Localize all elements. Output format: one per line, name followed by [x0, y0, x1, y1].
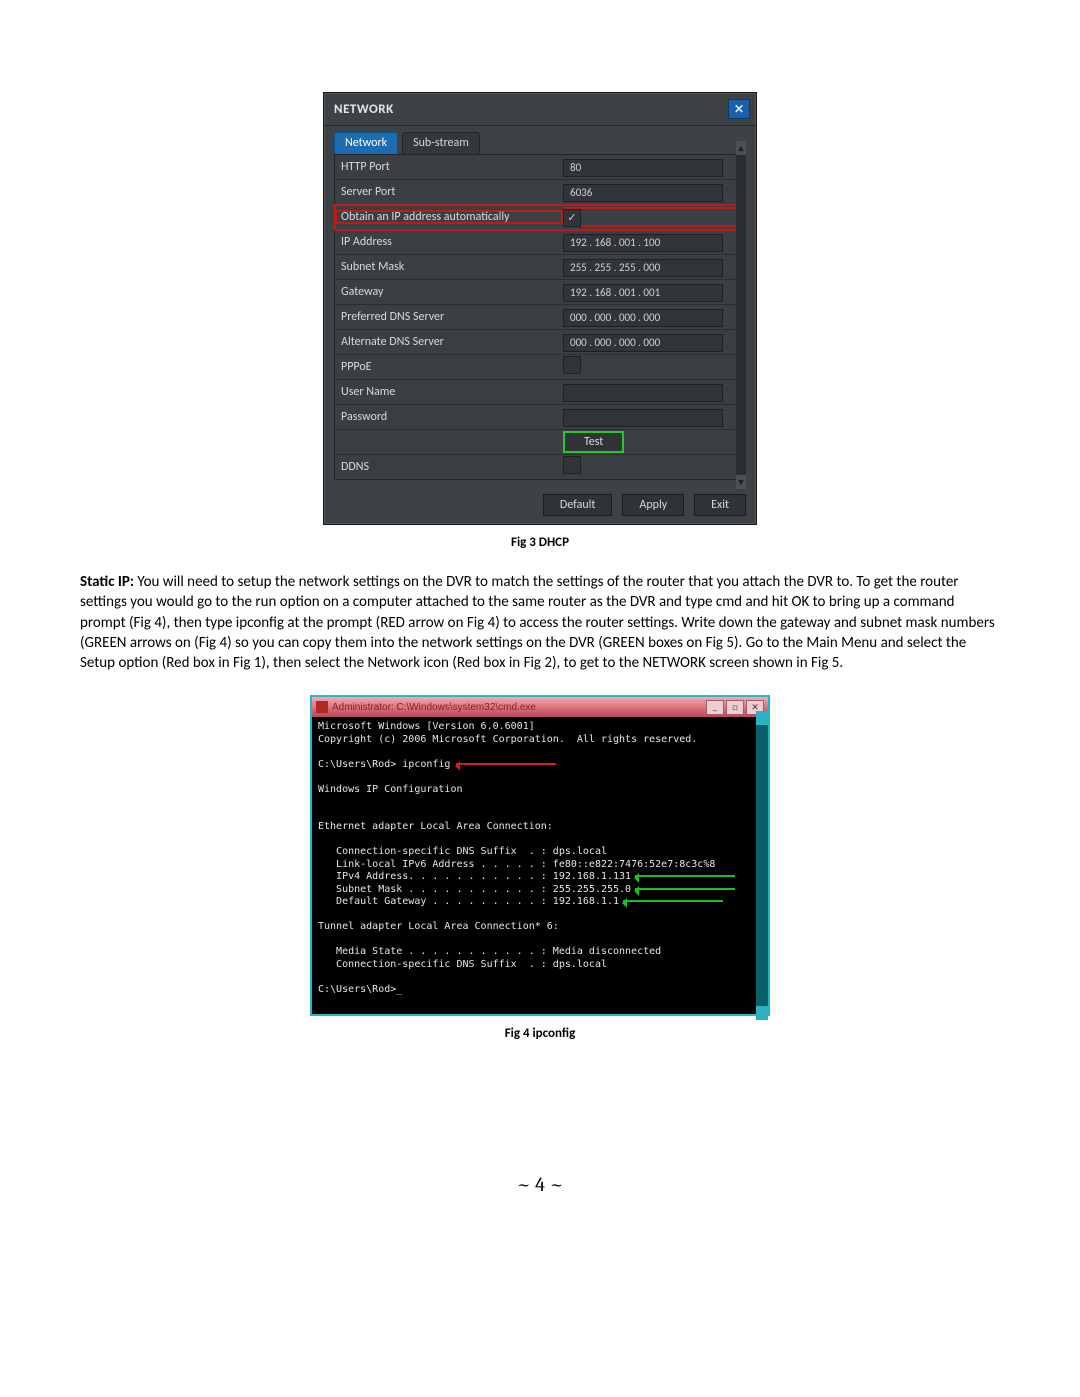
input-server-port[interactable]: [563, 184, 723, 202]
apply-button[interactable]: Apply: [622, 494, 684, 516]
cmd-line-ipv4: IPv4 Address. . . . . . . . . . . : 192.…: [318, 871, 631, 882]
cmd-line: Ethernet adapter Local Area Connection:: [318, 821, 553, 832]
cmd-titlebar: Administrator: C:\Windows\system32\cmd.e…: [312, 697, 768, 717]
label-http-port: HTTP Port: [335, 160, 563, 174]
checkbox-pppoe[interactable]: [563, 356, 581, 374]
checkbox-ddns[interactable]: [563, 456, 581, 474]
green-arrow-icon: [623, 900, 723, 902]
cmd-line-subnet: Subnet Mask . . . . . . . . . . . : 255.…: [318, 884, 631, 895]
label-auto-ip: Obtain an IP address automatically: [335, 210, 563, 224]
dialog-scrollbar[interactable]: ▲ ▼: [736, 141, 746, 489]
dialog-button-bar: Default Apply Exit: [324, 488, 756, 524]
label-ip-address: IP Address: [335, 235, 563, 249]
tab-strip: Network Sub-stream: [324, 126, 756, 154]
cmd-line: Windows IP Configuration: [318, 784, 463, 795]
scroll-down-icon[interactable]: [756, 1006, 768, 1020]
cmd-line-prompt: C:\Users\Rod>_: [318, 984, 402, 995]
input-user[interactable]: [563, 384, 723, 402]
scroll-thumb[interactable]: [756, 711, 768, 725]
scroll-up-icon[interactable]: ▲: [736, 141, 746, 155]
cmd-line: Microsoft Windows [Version 6.0.6001]: [318, 721, 535, 732]
red-arrow-icon: [456, 763, 556, 765]
cmd-window: Administrator: C:\Windows\system32\cmd.e…: [310, 695, 770, 1016]
tab-network[interactable]: Network: [334, 132, 398, 154]
network-form: HTTP Port Server Port Obtain an IP addre…: [334, 154, 746, 480]
label-user: User Name: [335, 385, 563, 399]
label-alt-dns: Alternate DNS Server: [335, 335, 563, 349]
cmd-line: Tunnel adapter Local Area Connection* 6:: [318, 921, 559, 932]
dialog-titlebar: NETWORK ✕: [324, 93, 756, 126]
cmd-line-ipconfig: C:\Users\Rod> ipconfig: [318, 759, 450, 770]
paragraph-text: You will need to setup the network setti…: [80, 573, 995, 672]
cmd-line: Copyright (c) 2006 Microsoft Corporation…: [318, 734, 697, 745]
exit-button[interactable]: Exit: [694, 494, 746, 516]
body-paragraph: Static IP: You will need to setup the ne…: [80, 572, 1000, 673]
label-gateway: Gateway: [335, 285, 563, 299]
input-password[interactable]: [563, 409, 723, 427]
label-ddns: DDNS: [335, 460, 563, 474]
label-pref-dns: Preferred DNS Server: [335, 310, 563, 324]
cmd-output: Microsoft Windows [Version 6.0.6001] Cop…: [312, 717, 768, 1014]
input-subnet[interactable]: [563, 259, 723, 277]
paragraph-heading: Static IP:: [80, 573, 137, 591]
cmd-line: Connection-specific DNS Suffix . : dps.l…: [318, 846, 607, 857]
label-pppoe: PPPoE: [335, 360, 563, 374]
cmd-line: Media State . . . . . . . . . . . : Medi…: [318, 946, 661, 957]
input-pref-dns[interactable]: [563, 309, 723, 327]
page-number: ~ 4 ~: [80, 1173, 1000, 1196]
label-subnet: Subnet Mask: [335, 260, 563, 274]
checkbox-auto-ip[interactable]: ✓: [563, 209, 581, 227]
fig4-caption: Fig 4 ipconfig: [505, 1026, 576, 1041]
maximize-icon[interactable]: □: [726, 700, 744, 715]
cmd-line: Link-local IPv6 Address . . . . . : fe80…: [318, 859, 715, 870]
green-arrow-icon: [635, 875, 735, 877]
cmd-app-icon: [316, 701, 328, 713]
scroll-down-icon[interactable]: ▼: [736, 475, 746, 489]
green-arrow-icon: [635, 888, 735, 890]
default-button[interactable]: Default: [543, 494, 613, 516]
input-http-port[interactable]: [563, 159, 723, 177]
input-gateway[interactable]: [563, 284, 723, 302]
cmd-title-text: Administrator: C:\Windows\system32\cmd.e…: [332, 702, 536, 713]
label-password: Password: [335, 410, 563, 424]
input-alt-dns[interactable]: [563, 334, 723, 352]
cmd-scrollbar[interactable]: [756, 711, 768, 1020]
test-button[interactable]: Test: [563, 431, 624, 453]
minimize-icon[interactable]: _: [706, 700, 724, 715]
label-server-port: Server Port: [335, 185, 563, 199]
cmd-line-gateway: Default Gateway . . . . . . . . . : 192.…: [318, 896, 619, 907]
dialog-title: NETWORK: [334, 102, 394, 117]
fig3-caption: Fig 3 DHCP: [511, 535, 569, 550]
input-ip-address[interactable]: [563, 234, 723, 252]
network-dialog: NETWORK ✕ Network Sub-stream HTTP Port S…: [323, 92, 757, 525]
cmd-line: Connection-specific DNS Suffix . : dps.l…: [318, 959, 607, 970]
close-icon[interactable]: ✕: [728, 99, 750, 119]
tab-substream[interactable]: Sub-stream: [402, 132, 480, 154]
